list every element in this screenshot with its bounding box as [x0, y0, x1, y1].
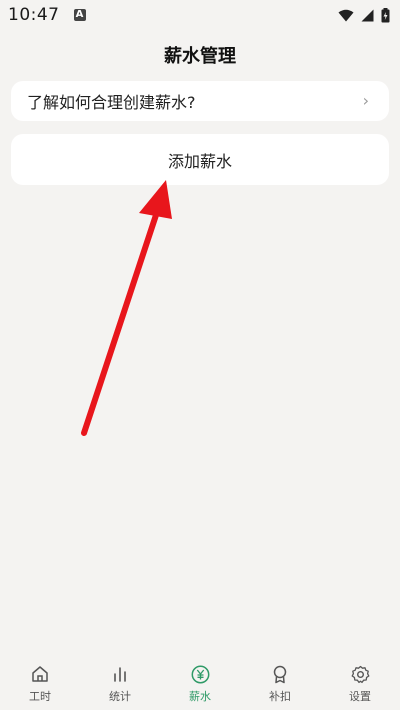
status-time: 10:47 — [8, 5, 60, 25]
nav-item-stats[interactable]: 统计 — [90, 664, 150, 704]
nav-label-stats: 统计 — [109, 690, 131, 703]
yen-icon — [190, 664, 210, 684]
a-icon: A — [73, 9, 86, 21]
badge-icon — [270, 664, 290, 684]
bar-chart-icon — [110, 664, 130, 684]
battery-icon — [381, 7, 390, 22]
add-salary-button[interactable]: 添加薪水 — [11, 134, 389, 185]
salary-management-screen: 10:47 A 薪水管理 了解如何合理创建薪水? › 添加薪水 工时 统计 薪水… — [0, 0, 400, 710]
add-salary-label: 添加薪水 — [167, 151, 232, 171]
help-card[interactable]: 了解如何合理创建薪水? › — [11, 81, 389, 121]
wifi-icon — [338, 9, 354, 21]
help-card-label: 了解如何合理创建薪水? — [27, 93, 196, 112]
bottom-nav: 工时 统计 薪水 补扣 设置 — [0, 655, 400, 710]
nav-item-worktime[interactable]: 工时 — [10, 664, 70, 704]
nav-item-salary[interactable]: 薪水 — [170, 664, 230, 704]
nav-label-settings: 设置 — [349, 690, 371, 703]
gear-icon — [350, 664, 370, 684]
home-icon — [30, 664, 50, 684]
chevron-right-icon: › — [362, 91, 369, 110]
nav-label-worktime: 工时 — [29, 690, 51, 703]
status-indicators — [338, 7, 390, 23]
signal-icon — [361, 9, 374, 21]
nav-label-adjust: 补扣 — [269, 690, 291, 703]
status-bar: 10:47 A — [0, 0, 400, 30]
nav-item-settings[interactable]: 设置 — [330, 664, 390, 704]
nav-label-salary: 薪水 — [189, 690, 211, 703]
nav-item-adjust[interactable]: 补扣 — [250, 664, 310, 704]
page-title: 薪水管理 — [164, 46, 236, 67]
